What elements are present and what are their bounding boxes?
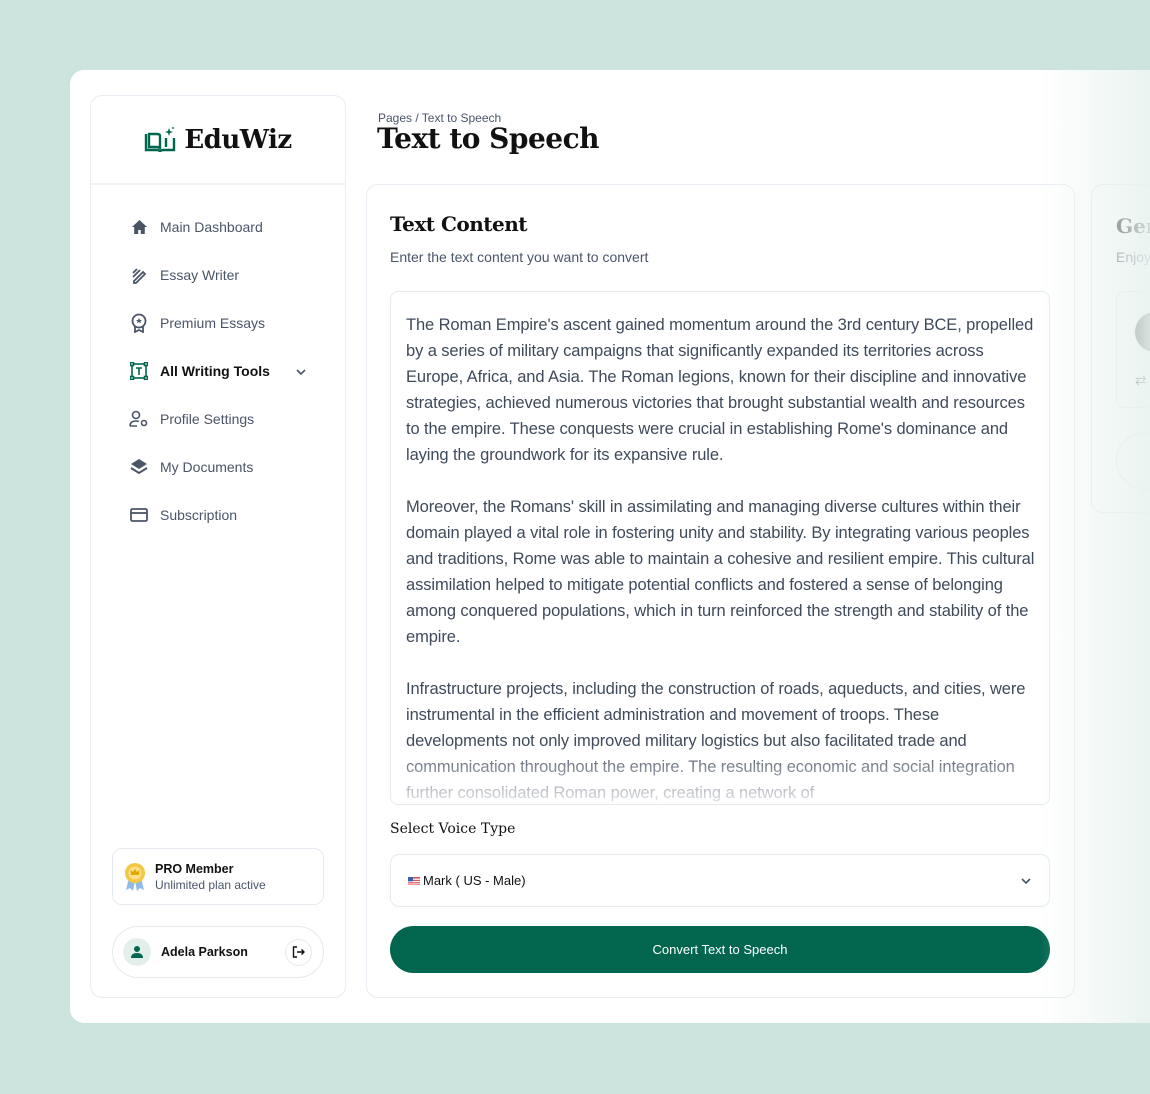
home-icon <box>129 217 149 237</box>
sidebar: EduWiz Main Dashboard Essay Writer Premi… <box>90 95 346 998</box>
credit-card-icon <box>129 505 149 525</box>
text-content-panel: Text Content Enter the text content you … <box>366 184 1075 998</box>
sidebar-item-essay-writer[interactable]: Essay Writer <box>91 251 345 299</box>
download-button[interactable] <box>1116 432 1150 489</box>
sidebar-item-label: My Documents <box>160 459 254 475</box>
pencil-icon <box>129 265 149 285</box>
panel-title: Text Content <box>390 212 527 236</box>
sidebar-item-label: Subscription <box>160 507 238 523</box>
text-fade <box>391 744 1049 804</box>
app-window: EduWiz Main Dashboard Essay Writer Premi… <box>70 70 1150 1023</box>
user-name: Adela Parkson <box>161 945 248 959</box>
sidebar-item-label: Premium Essays <box>160 315 266 331</box>
sidebar-item-label: Profile Settings <box>160 411 255 427</box>
selected-voice: Mark ( US - Male) <box>423 873 526 888</box>
voice-type-select[interactable]: Mark ( US - Male) <box>390 854 1050 907</box>
sidebar-item-all-writing-tools[interactable]: All Writing Tools <box>91 347 345 395</box>
logo[interactable]: EduWiz <box>91 96 345 185</box>
brand-name: EduWiz <box>184 124 292 155</box>
generated-audio-panel: Gen Enjoy ⇄ <box>1091 184 1150 513</box>
paragraph: The Roman Empire's ascent gained momentu… <box>406 316 1034 464</box>
us-flag-icon <box>408 876 420 885</box>
sidebar-item-premium-essays[interactable]: Premium Essays <box>91 299 345 347</box>
award-icon <box>129 313 149 333</box>
sidebar-item-main-dashboard[interactable]: Main Dashboard <box>91 203 345 251</box>
user-card[interactable]: Adela Parkson <box>112 926 324 978</box>
panel-subtitle: Enjoy <box>1116 249 1150 265</box>
layers-icon <box>129 457 149 477</box>
repeat-one-icon[interactable]: ⇄ <box>1135 372 1147 389</box>
user-icon <box>131 946 143 958</box>
convert-button[interactable]: Convert Text to Speech <box>390 926 1050 973</box>
sidebar-item-profile-settings[interactable]: Profile Settings <box>91 395 345 443</box>
award-ribbon-icon <box>125 862 145 891</box>
sidebar-item-subscription[interactable]: Subscription <box>91 491 345 539</box>
avatar <box>123 938 151 966</box>
audio-player: ⇄ <box>1116 291 1150 408</box>
play-button[interactable] <box>1135 312 1150 352</box>
sidebar-nav: Main Dashboard Essay Writer Premium Essa… <box>91 185 345 539</box>
pro-title: PRO Member <box>155 861 234 876</box>
chevron-down-icon <box>1020 873 1032 888</box>
sidebar-item-label: All Writing Tools <box>160 363 270 379</box>
text-content-input[interactable]: The Roman Empire's ascent gained momentu… <box>390 291 1050 805</box>
text-frame-icon <box>129 361 149 381</box>
panel-subtitle: Enter the text content you want to conve… <box>390 249 649 265</box>
page-title: Text to Speech <box>377 122 600 155</box>
user-gear-icon <box>129 409 149 429</box>
sidebar-item-label: Main Dashboard <box>160 219 263 235</box>
voice-type-label: Select Voice Type <box>390 821 516 837</box>
chevron-down-icon[interactable] <box>295 363 307 379</box>
book-sparkle-icon <box>145 126 176 152</box>
sidebar-item-my-documents[interactable]: My Documents <box>91 443 345 491</box>
paragraph: Moreover, the Romans' skill in assimilat… <box>406 498 1035 646</box>
panel-title: Gen <box>1116 214 1150 238</box>
logout-icon <box>292 946 305 958</box>
pro-subtitle: Unlimited plan active <box>155 877 266 892</box>
sidebar-item-label: Essay Writer <box>160 267 240 283</box>
pro-member-card: PRO Member Unlimited plan active <box>112 848 324 905</box>
logout-button[interactable] <box>285 938 312 966</box>
